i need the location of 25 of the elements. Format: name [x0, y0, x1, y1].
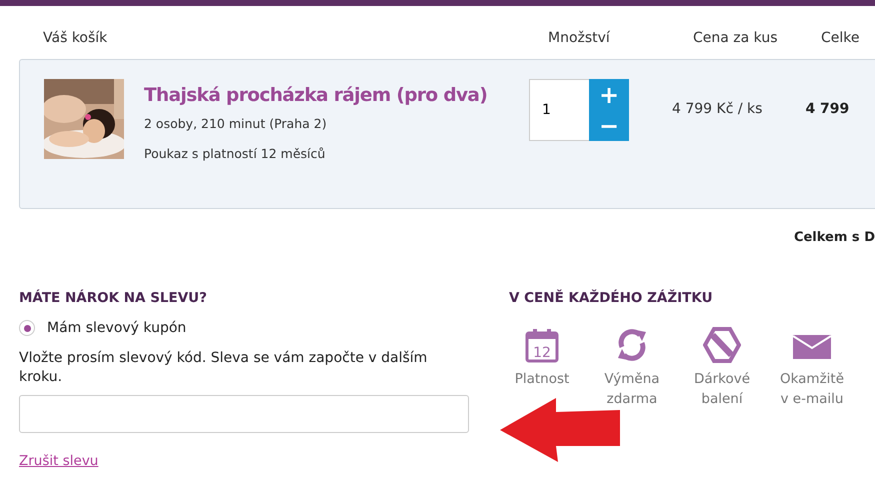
- cancel-discount-link[interactable]: Zrušit slevu: [19, 453, 98, 469]
- column-header: Množství: [548, 30, 611, 48]
- product-details: 2 osoby, 210 minut (Praha 2): [144, 116, 328, 131]
- voucher-validity: Poukaz s platností 12 měsíců: [144, 146, 326, 161]
- feature-label: Výměna zdarma: [604, 370, 660, 409]
- product-title[interactable]: Thajská procházka rájem (pro dva): [144, 85, 529, 106]
- increase-button[interactable]: +: [589, 79, 629, 110]
- instruction-text: Vložte prosím slevový kód. Sleva se vám započte v dalším kroku.: [19, 349, 428, 387]
- section-heading: MÁTE NÁROK NA SLEVU?: [19, 290, 208, 306]
- grand-total-label: Celkem s D: [794, 230, 875, 247]
- section-heading: V CENĚ KAŽDÉHO ZÁŽITKU: [509, 290, 714, 306]
- gift-box-icon: [703, 327, 741, 363]
- column-header: Celke: [821, 30, 860, 48]
- coupon-code-field[interactable]: [19, 395, 469, 433]
- feature-label: Okamžitě v e-mailu: [780, 370, 844, 409]
- item-total: 4 799: [805, 101, 850, 119]
- radio-button[interactable]: [19, 320, 35, 336]
- quantity-field[interactable]: 1: [529, 79, 589, 141]
- radio-label[interactable]: Mám slevový kupón: [47, 320, 186, 336]
- decrease-button[interactable]: −: [589, 110, 629, 141]
- unit-price: 4 799 Kč / ks: [672, 101, 762, 119]
- column-header: Váš košík: [43, 30, 108, 48]
- feature-label: Dárkové balení: [694, 370, 750, 409]
- column-header: Cena za kus: [693, 30, 779, 48]
- feature-label: Platnost: [514, 370, 570, 389]
